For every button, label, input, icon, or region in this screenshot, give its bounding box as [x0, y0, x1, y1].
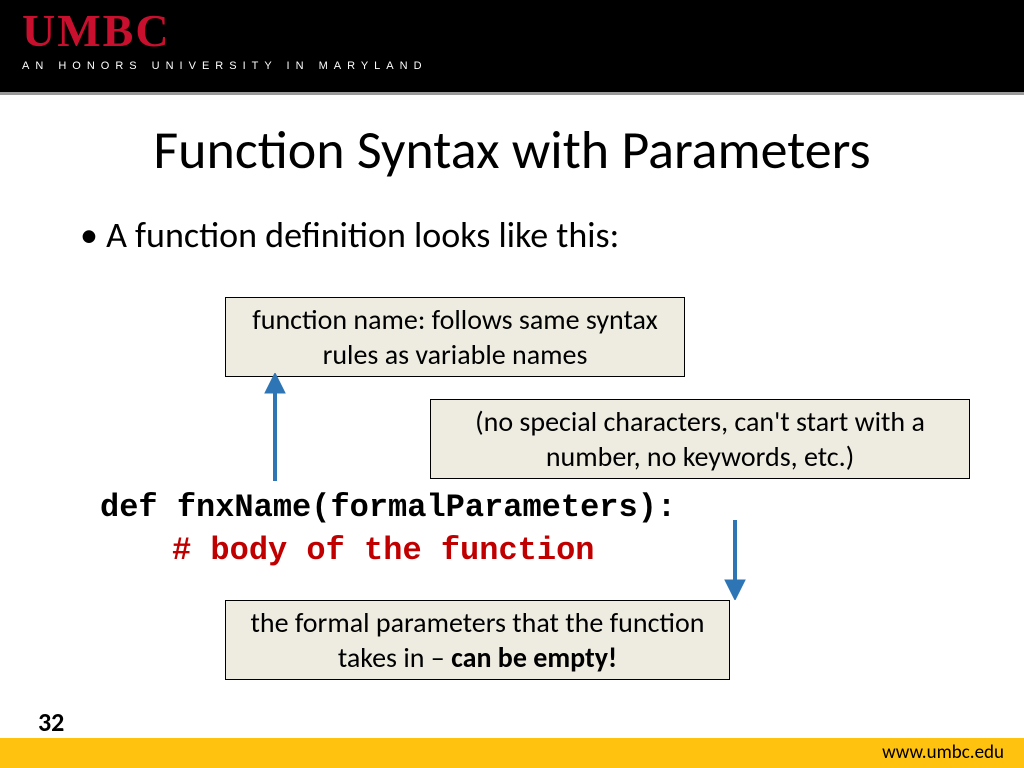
header-divider	[0, 92, 1024, 95]
code-block: def fnxName(formalParameters): # body of…	[100, 486, 676, 572]
arrow-down-1	[260, 373, 290, 481]
header-bar: UMBC AN HONORS UNIVERSITY IN MARYLAND	[0, 0, 1024, 95]
umbc-logo: UMBC	[22, 8, 1024, 54]
callout-parameters: the formal parameters that the function …	[225, 600, 730, 680]
tagline: AN HONORS UNIVERSITY IN MARYLAND	[22, 60, 1024, 72]
slide-title: Function Syntax with Parameters	[0, 117, 1024, 183]
footer-url: www.umbc.edu	[882, 741, 1004, 764]
arrow-down-2	[720, 520, 750, 600]
footer-bar	[0, 738, 1024, 768]
bullet-point: A function definition looks like this:	[80, 213, 1024, 257]
page-number: 32	[38, 706, 64, 738]
code-line-2: # body of the function	[172, 529, 676, 572]
callout3-bold: can be empty!	[451, 640, 617, 675]
code-line-1: def fnxName(formalParameters):	[100, 486, 676, 529]
callout-naming-rules: (no special characters, can't start with…	[430, 399, 970, 479]
callout-function-name: function name: follows same syntax rules…	[225, 297, 685, 377]
